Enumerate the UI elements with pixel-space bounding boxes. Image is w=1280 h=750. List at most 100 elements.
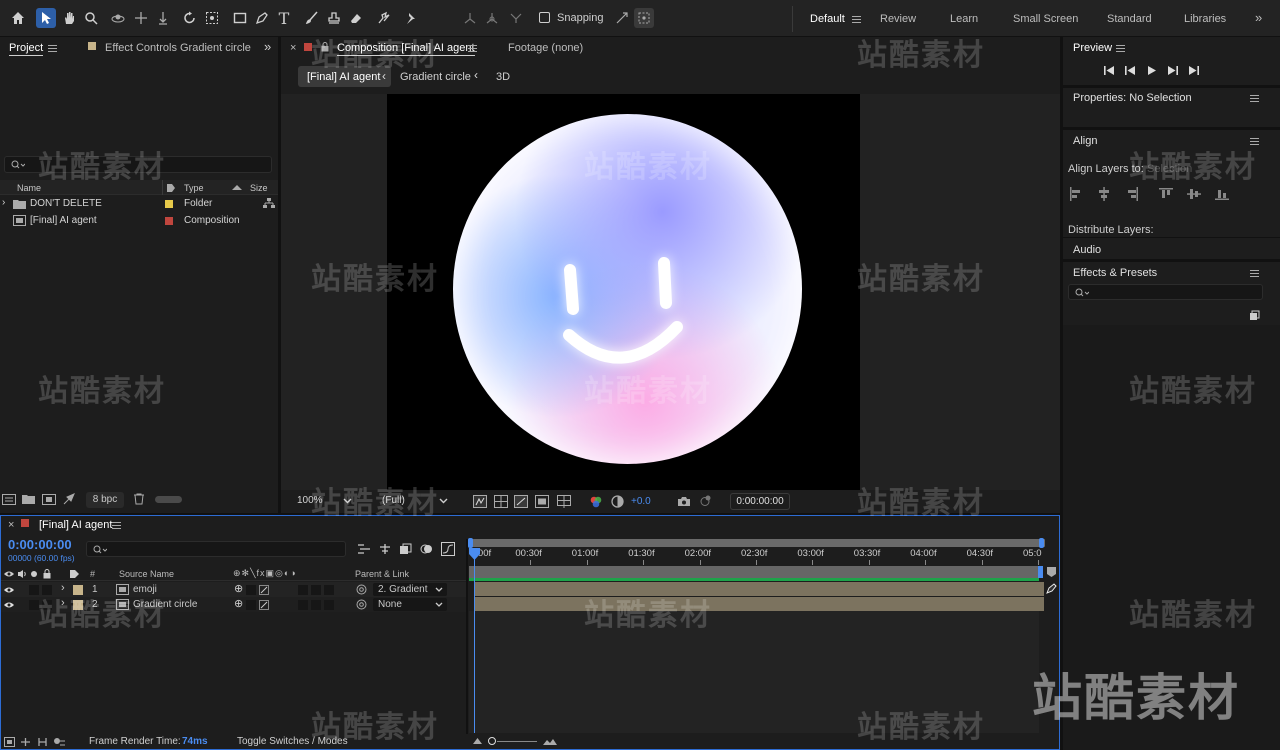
layer-expand-icon[interactable]: › — [61, 582, 65, 594]
composition-duration-bar[interactable] — [469, 566, 1039, 578]
zoom-tool-icon[interactable] — [81, 8, 101, 28]
panel-overflow-icon[interactable]: » — [264, 39, 271, 54]
anchor-tool-icon[interactable] — [202, 8, 222, 28]
composition-viewer[interactable] — [281, 94, 1060, 490]
collapse-transform-icon[interactable]: ⊕ — [234, 597, 243, 610]
layer-expand-icon[interactable]: › — [61, 597, 65, 609]
name-column-header[interactable]: Name — [17, 183, 41, 193]
align-left-icon[interactable] — [1069, 187, 1083, 201]
align-menu-icon[interactable] — [1250, 138, 1259, 145]
effects-presets-title[interactable]: Effects & Presets — [1073, 267, 1157, 279]
reset-exposure-icon[interactable] — [611, 495, 624, 508]
layer-name[interactable]: Gradient circle — [133, 599, 197, 610]
selection-tool-icon[interactable] — [36, 8, 56, 28]
time-ruler[interactable]: 0:00f 00:30f 01:00f 01:30f 02:00f 02:30f 03:00… — [469, 545, 1045, 567]
workspace-learn[interactable]: Learn — [950, 13, 978, 25]
pen-tool-icon[interactable] — [252, 8, 272, 28]
new-folder-icon[interactable] — [22, 494, 35, 504]
workspace-menu-icon[interactable] — [852, 16, 861, 23]
pan-camera-icon[interactable] — [131, 8, 151, 28]
previous-frame-icon[interactable] — [1124, 65, 1136, 76]
timeline-tab[interactable]: [Final] AI agent — [39, 519, 112, 531]
breadcrumb-active[interactable]: [Final] AI agent ‹ — [298, 66, 391, 87]
workspace-review[interactable]: Review — [880, 13, 916, 25]
current-time-display[interactable]: 0:00:00:00 — [8, 537, 72, 552]
pick-whip-icon[interactable] — [356, 599, 367, 610]
lock-icon[interactable] — [321, 42, 329, 52]
parent-dropdown[interactable]: 2. Gradient c — [373, 583, 447, 596]
layer-name[interactable]: emoji — [133, 584, 157, 595]
audio-panel-title[interactable]: Audio — [1073, 244, 1101, 256]
footage-tab[interactable]: Footage (none) — [508, 42, 583, 54]
exposure-value[interactable]: +0.0 — [631, 496, 651, 507]
layer-label-swatch[interactable] — [73, 585, 83, 595]
close-tab-icon[interactable]: × — [8, 519, 14, 531]
zoom-slider-thumb[interactable] — [488, 737, 496, 745]
transparency-grid-icon[interactable] — [494, 495, 508, 508]
next-frame-icon[interactable] — [1167, 65, 1179, 76]
magnification-dropdown[interactable]: 100% — [291, 494, 353, 509]
project-menu-icon[interactable] — [48, 45, 57, 52]
workspace-libraries[interactable]: Libraries — [1184, 13, 1226, 25]
align-layers-to-dropdown[interactable]: Selection — [1147, 163, 1192, 175]
thumbnail-slider[interactable] — [155, 496, 182, 503]
label-swatch[interactable] — [165, 200, 173, 208]
layer-switches-icon[interactable] — [4, 737, 15, 747]
interpret-footage-icon[interactable] — [2, 494, 16, 505]
orbit-camera-icon[interactable] — [108, 8, 128, 28]
last-frame-icon[interactable] — [1188, 65, 1200, 76]
pick-whip-icon[interactable] — [356, 584, 367, 595]
shy-layers-icon[interactable] — [378, 543, 392, 555]
close-tab-icon[interactable]: × — [290, 42, 296, 54]
timeline-track-area[interactable] — [469, 611, 1039, 733]
show-snapshot-icon[interactable] — [698, 495, 712, 508]
label-tag-icon[interactable] — [69, 569, 80, 579]
align-horizontal-center-icon[interactable] — [1097, 187, 1111, 201]
zoom-slider-track[interactable] — [497, 741, 537, 742]
size-column-header[interactable]: Size — [250, 183, 268, 193]
composition-tab[interactable]: Composition [Final] AI agent — [337, 42, 475, 56]
layer-bar-gradient-circle[interactable] — [474, 597, 1044, 611]
timeline-search-input[interactable] — [86, 541, 346, 557]
breadcrumb-3d[interactable]: 3D — [496, 71, 510, 83]
hand-tool-icon[interactable] — [59, 8, 79, 28]
color-channels-icon[interactable] — [589, 495, 603, 509]
render-time-icon[interactable] — [53, 737, 66, 747]
align-vertical-center-icon[interactable] — [1187, 187, 1201, 201]
fast-preview-icon[interactable] — [473, 495, 487, 508]
project-search-input[interactable] — [4, 156, 272, 173]
eye-icon[interactable] — [4, 586, 14, 594]
layer-label-swatch[interactable] — [73, 600, 83, 610]
region-of-interest-icon[interactable] — [535, 495, 549, 508]
source-name-header[interactable]: Source Name — [119, 569, 174, 579]
timeline-menu-icon[interactable] — [112, 522, 121, 529]
video-visibility-icon[interactable] — [4, 570, 14, 578]
axis-view-icon[interactable] — [506, 8, 526, 28]
render-queue-icon[interactable] — [63, 493, 77, 505]
gradient-circle-emoji[interactable] — [453, 114, 802, 464]
resolution-dropdown[interactable]: (Full) — [376, 494, 451, 509]
preview-menu-icon[interactable] — [1116, 45, 1125, 52]
align-top-icon[interactable] — [1159, 187, 1173, 201]
workspace-standard[interactable]: Standard — [1107, 13, 1152, 25]
align-panel-title[interactable]: Align — [1073, 135, 1097, 147]
brush-tool-icon[interactable] — [302, 8, 322, 28]
snapshot-camera-icon[interactable] — [677, 496, 691, 507]
snap-edges-icon[interactable] — [612, 8, 632, 28]
zoom-in-icon[interactable] — [543, 737, 557, 745]
new-preset-icon[interactable] — [1249, 310, 1260, 321]
sort-ascending-icon[interactable] — [232, 184, 242, 191]
type-tool-icon[interactable]: T — [274, 8, 294, 28]
puppet-pin-icon[interactable] — [400, 8, 420, 28]
parent-dropdown[interactable]: None — [373, 598, 447, 611]
workspace-default[interactable]: Default — [810, 13, 845, 25]
axis-world-icon[interactable] — [482, 8, 502, 28]
effect-controls-tab[interactable]: Effect Controls Gradient circle — [105, 42, 251, 54]
rectangle-tool-icon[interactable] — [230, 8, 250, 28]
project-item-composition[interactable]: [Final] AI agent Composition — [0, 213, 278, 229]
comp-marker-bin-icon[interactable] — [1046, 566, 1057, 578]
workspace-overflow-icon[interactable]: » — [1255, 10, 1262, 25]
parent-link-header[interactable]: Parent & Link — [355, 569, 409, 579]
expand-arrow-icon[interactable]: › — [2, 197, 5, 208]
effects-menu-icon[interactable] — [1250, 270, 1259, 277]
